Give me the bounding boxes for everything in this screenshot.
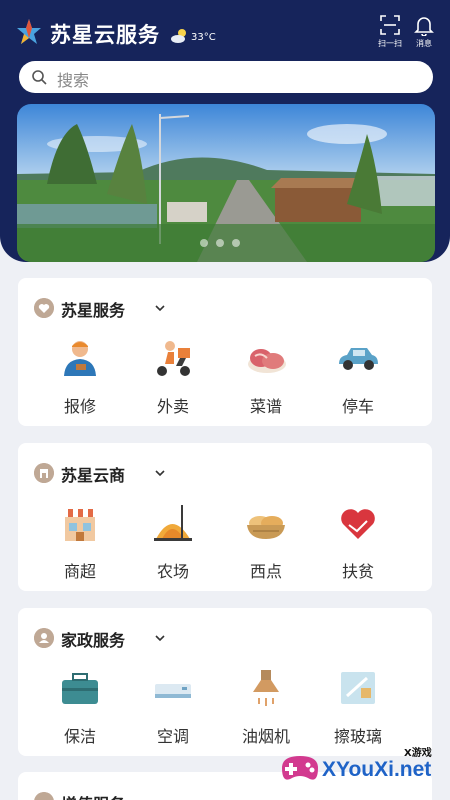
star-logo-icon bbox=[17, 19, 41, 44]
temperature: 33°C bbox=[191, 32, 216, 43]
bread-basket-icon bbox=[247, 516, 285, 539]
banner-pagination bbox=[200, 239, 260, 249]
service-label: 保洁 bbox=[63, 727, 96, 746]
service-label: 扶贫 bbox=[341, 562, 374, 581]
toolbox-icon bbox=[62, 673, 98, 704]
supermarket-icon bbox=[63, 509, 97, 541]
commerce-poverty-relief[interactable]: 扶贫 bbox=[318, 503, 398, 583]
commerce-pastry[interactable]: 西点 bbox=[226, 503, 306, 583]
chevron-down-icon bbox=[155, 470, 165, 477]
window-cleaning-icon bbox=[341, 672, 375, 704]
shop-badge-icon bbox=[34, 463, 54, 483]
site-watermark: XYouXi.net X游戏 bbox=[278, 738, 448, 800]
commerce-supermarket[interactable]: 商超 bbox=[40, 503, 120, 583]
search-icon bbox=[32, 70, 47, 85]
message-button[interactable]: 消息 bbox=[404, 14, 444, 54]
section-card-suxing-service: 苏星服务 报修 外卖 菜谱 停车 bbox=[18, 278, 432, 426]
section-title: 苏星云商 bbox=[61, 466, 126, 485]
service-recipe[interactable]: 菜谱 bbox=[226, 338, 306, 418]
delivery-scooter-icon bbox=[157, 341, 190, 376]
heart-badge-icon bbox=[34, 298, 54, 318]
search-placeholder: 搜索 bbox=[57, 71, 90, 90]
top-bar: 苏星云服务 33°C 扫一扫 消息 bbox=[0, 10, 450, 56]
banner-dot[interactable] bbox=[216, 239, 224, 247]
service-parking[interactable]: 停车 bbox=[318, 338, 398, 418]
banner-dot[interactable] bbox=[200, 239, 208, 247]
service-takeout[interactable]: 外卖 bbox=[133, 338, 213, 418]
section-title: 增值服务 bbox=[61, 791, 125, 800]
air-conditioner-icon bbox=[155, 684, 191, 698]
chevron-down-icon bbox=[155, 635, 165, 642]
housekeeping-range-hood[interactable]: 油烟机 bbox=[226, 668, 306, 748]
service-label: 外卖 bbox=[156, 397, 189, 416]
bell-icon bbox=[414, 17, 434, 36]
service-label: 农场 bbox=[156, 562, 189, 581]
scan-icon bbox=[380, 15, 400, 35]
gamepad-logo-icon bbox=[282, 756, 318, 780]
service-label: 菜谱 bbox=[249, 397, 282, 416]
section-card-housekeeping: 家政服务 保洁 空调 油烟机 擦玻璃 bbox=[18, 608, 432, 756]
service-label: 商超 bbox=[63, 562, 96, 581]
car-icon bbox=[339, 348, 378, 370]
service-label: 停车 bbox=[341, 397, 374, 416]
heart-hands-icon bbox=[341, 509, 375, 539]
service-label: 报修 bbox=[63, 397, 96, 416]
message-label: 消息 bbox=[416, 39, 432, 48]
chevron-down-icon bbox=[155, 305, 165, 312]
search-input[interactable]: 搜索 bbox=[19, 61, 433, 93]
repair-worker-icon bbox=[64, 341, 96, 376]
person-badge-icon bbox=[34, 628, 54, 648]
range-hood-icon bbox=[253, 670, 279, 706]
section-card-suxing-commerce: 苏星云商 商超 农场 西点 扶贫 bbox=[18, 443, 432, 591]
commerce-farm[interactable]: 农场 bbox=[133, 503, 213, 583]
cloudy-sun-icon bbox=[171, 29, 186, 43]
section-title: 苏星服务 bbox=[61, 301, 126, 320]
section-title: 家政服务 bbox=[61, 631, 126, 650]
farm-icon bbox=[154, 505, 192, 541]
meat-dish-icon bbox=[248, 349, 286, 373]
badge-icon bbox=[34, 792, 54, 800]
housekeeping-cleaning[interactable]: 保洁 bbox=[40, 668, 120, 748]
housekeeping-window-cleaning[interactable]: 擦玻璃 bbox=[318, 668, 398, 748]
banner-dot[interactable] bbox=[232, 239, 240, 247]
service-repair[interactable]: 报修 bbox=[40, 338, 120, 418]
service-label: 空调 bbox=[156, 727, 189, 746]
watermark-text: XYouXi.net bbox=[322, 758, 432, 781]
service-label: 西点 bbox=[249, 562, 282, 581]
housekeeping-air-conditioner[interactable]: 空调 bbox=[133, 668, 213, 748]
app-title: 苏星云服务 bbox=[50, 23, 160, 47]
watermark-small-text: X游戏 bbox=[404, 748, 432, 759]
